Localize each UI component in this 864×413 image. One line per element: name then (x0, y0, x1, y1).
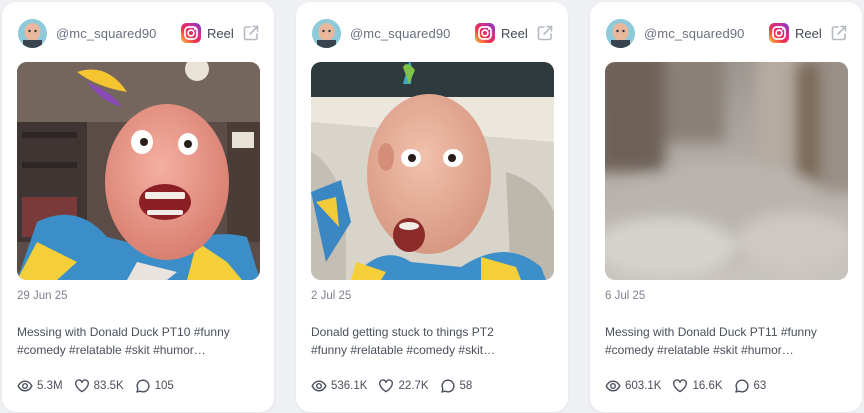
caption-line: Messing with Donald Duck PT11 #funny (605, 325, 817, 339)
likes-stat: 83.5K (74, 378, 124, 394)
card-header: @mc_squared90 Reel (2, 17, 274, 51)
views-count: 603.1K (625, 380, 662, 392)
comment-icon (440, 379, 455, 393)
external-link-icon[interactable] (241, 23, 261, 43)
instagram-icon (768, 22, 790, 44)
eye-icon (605, 380, 621, 392)
external-link-icon[interactable] (829, 23, 849, 43)
card-header: @mc_squared90 Reel (590, 17, 862, 51)
post-thumbnail[interactable] (311, 62, 554, 280)
post-card[interactable]: @mc_squared90 Reel (296, 2, 568, 412)
avatar[interactable] (18, 19, 47, 48)
views-count: 5.3M (37, 380, 63, 392)
comments-stat: 63 (734, 378, 767, 394)
caption-line: Messing with Donald Duck PT10 #funny (17, 325, 230, 339)
account-handle[interactable]: @mc_squared90 (350, 26, 451, 41)
account-handle[interactable]: @mc_squared90 (56, 26, 157, 41)
post-caption[interactable]: Donald getting stuck to things PT2 #funn… (311, 323, 556, 359)
post-card[interactable]: @mc_squared90 Reel (590, 2, 862, 412)
comments-count: 58 (459, 380, 473, 392)
views-count: 536.1K (331, 380, 368, 392)
views-stat: 5.3M (17, 378, 63, 394)
account-handle[interactable]: @mc_squared90 (644, 26, 745, 41)
post-date: 6 Jul 25 (605, 290, 646, 302)
post-thumbnail[interactable] (17, 62, 260, 280)
comment-icon (734, 379, 749, 393)
instagram-icon (474, 22, 496, 44)
heart-icon (74, 379, 89, 393)
avatar[interactable] (312, 19, 341, 48)
comments-stat: 105 (135, 378, 174, 394)
post-caption[interactable]: Messing with Donald Duck PT10 #funny #co… (17, 323, 262, 359)
post-thumbnail[interactable] (605, 62, 848, 280)
likes-stat: 16.6K (672, 378, 723, 394)
eye-icon (17, 380, 33, 392)
post-type-label: Reel (795, 26, 822, 41)
post-stats: 536.1K 22.7K 58 (311, 377, 483, 395)
likes-count: 22.7K (398, 380, 429, 392)
post-date: 29 Jun 25 (17, 290, 68, 302)
comments-count: 63 (753, 380, 767, 392)
eye-icon (311, 380, 327, 392)
external-link-icon[interactable] (535, 23, 555, 43)
views-stat: 603.1K (605, 378, 661, 394)
views-stat: 536.1K (311, 378, 367, 394)
caption-line: #comedy #relatable #skit #humor… (605, 343, 794, 357)
likes-count: 83.5K (93, 380, 124, 392)
post-caption[interactable]: Messing with Donald Duck PT11 #funny #co… (605, 323, 850, 359)
post-stats: 603.1K 16.6K 63 (605, 377, 777, 395)
likes-count: 16.6K (692, 380, 723, 392)
instagram-icon (180, 22, 202, 44)
card-header: @mc_squared90 Reel (296, 17, 568, 51)
post-type-label: Reel (501, 26, 528, 41)
post-stats: 5.3M 83.5K 105 (17, 377, 185, 395)
comments-stat: 58 (440, 378, 473, 394)
post-date: 2 Jul 25 (311, 290, 352, 302)
likes-stat: 22.7K (378, 378, 429, 394)
caption-line: #funny #relatable #comedy #skit… (311, 343, 496, 357)
heart-icon (673, 379, 688, 393)
caption-line: Donald getting stuck to things PT2 (311, 325, 494, 339)
caption-line: #comedy #relatable #skit #humor… (17, 343, 206, 357)
heart-icon (379, 379, 394, 393)
avatar[interactable] (606, 19, 635, 48)
comment-icon (135, 379, 150, 393)
post-type-label: Reel (207, 26, 234, 41)
post-card[interactable]: @mc_squared90 Reel (2, 2, 274, 412)
comments-count: 105 (154, 380, 174, 392)
